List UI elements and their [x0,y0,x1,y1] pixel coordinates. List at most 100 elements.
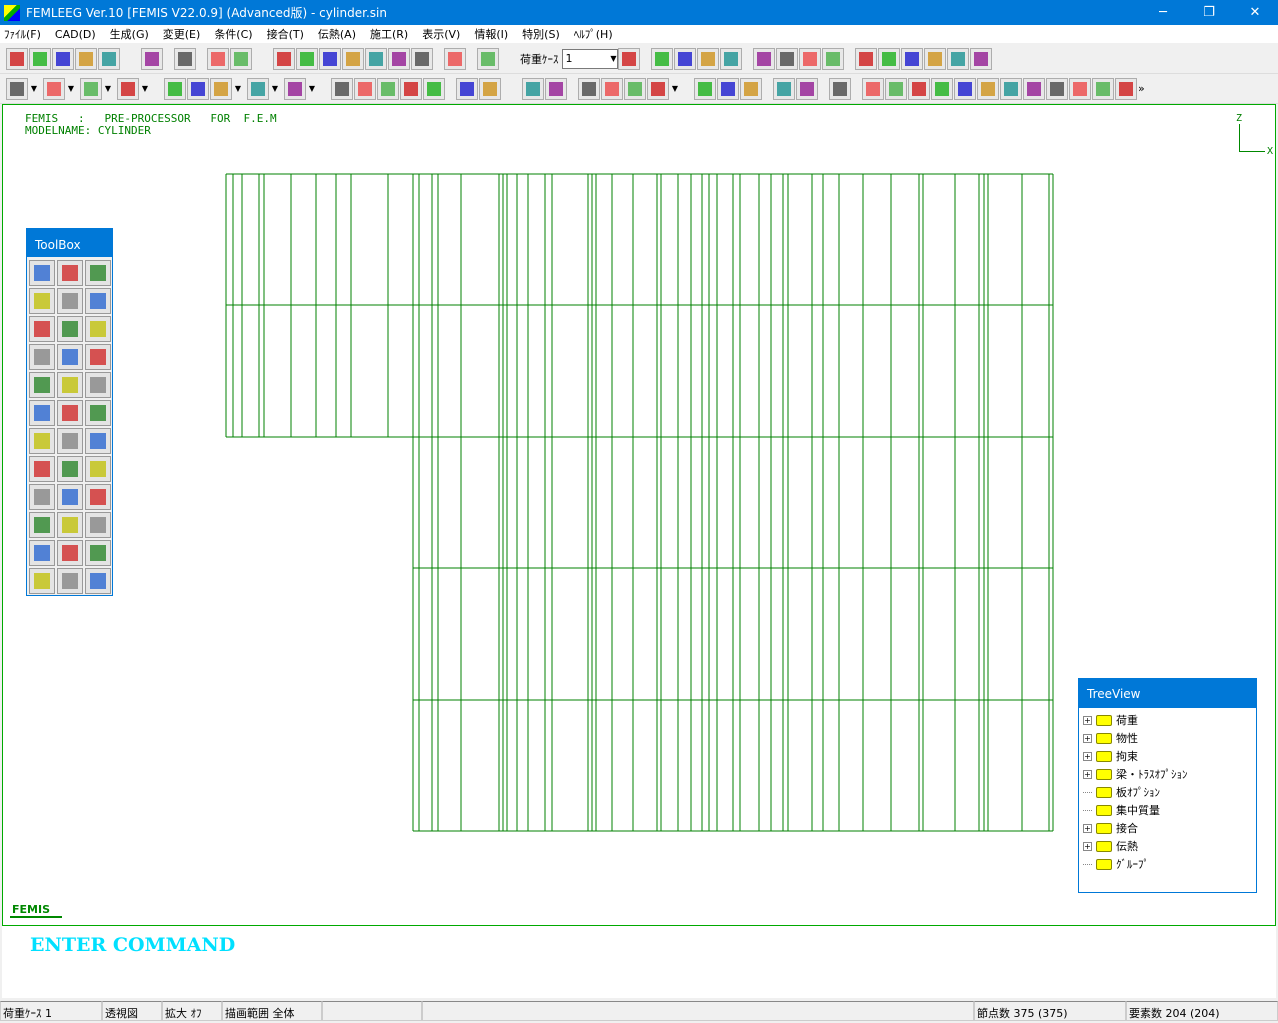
toolbox-button[interactable] [29,316,55,342]
treeview-title[interactable]: TreeView [1079,679,1256,708]
dropdown-arrow-icon[interactable]: ▼ [233,84,243,93]
dropdown-arrow-icon[interactable]: ▼ [103,84,113,93]
toolbar-button[interactable] [946,47,969,70]
toolbar-button[interactable] [174,47,196,70]
toolbar-button[interactable] [900,47,923,70]
toolbox-button[interactable] [85,288,111,314]
toolbox-button[interactable] [85,400,111,426]
toolbar-button[interactable] [98,47,120,70]
toolbox-button[interactable] [85,484,111,510]
expand-icon[interactable]: + [1083,823,1092,833]
toolbar-button[interactable] [43,77,65,100]
expand-icon[interactable]: + [1083,769,1092,779]
tree-item[interactable]: + 物性 [1083,729,1256,747]
toolbar-button[interactable] [717,77,739,100]
command-area[interactable]: ENTER COMMAND [2,926,1276,998]
menu-item[interactable]: 特別(S) [522,26,560,42]
toolbox-button[interactable] [29,344,55,370]
toolbox-button[interactable] [29,260,55,286]
toolbox-button[interactable] [57,316,83,342]
toolbar-button[interactable] [1115,77,1137,100]
toolbox-button[interactable] [85,344,111,370]
toolbar-button[interactable] [773,77,795,100]
toolbar-button[interactable] [423,77,445,100]
toolbar-button[interactable] [319,47,341,70]
toolbar-button[interactable] [885,77,907,100]
menu-item[interactable]: 変更(E) [163,26,201,42]
toolbox-button[interactable] [29,568,55,594]
toolbar-button[interactable] [954,77,976,100]
menu-item[interactable]: ﾍﾙﾌﾟ(H) [574,26,613,42]
toolbox-button[interactable] [85,428,111,454]
toolbar-button[interactable] [578,77,600,100]
toolbar-button[interactable] [740,77,762,100]
load-case-select[interactable]: 1 ▼ [561,48,618,69]
toolbar-button[interactable] [400,77,422,100]
toolbar-button[interactable] [1046,77,1068,100]
toolbar-button[interactable] [923,47,946,70]
tree-item[interactable]: + 伝熱 [1083,837,1256,855]
toolbox-button[interactable] [57,568,83,594]
toolbox-button[interactable] [29,400,55,426]
toolbar-button[interactable] [977,77,999,100]
toolbar-button[interactable] [388,47,410,70]
toolbar-button[interactable] [477,47,499,70]
toolbar-button[interactable] [647,77,669,100]
toolbar-button[interactable] [694,77,716,100]
tree-item[interactable]: 集中質量 [1083,801,1256,819]
toolbar-button[interactable] [296,47,318,70]
toolbar-button[interactable] [650,47,673,70]
toolbar-button[interactable] [377,77,399,100]
dropdown-arrow-icon[interactable]: ▼ [29,84,39,93]
toolbar-button[interactable] [80,77,102,100]
expand-icon[interactable]: + [1083,841,1092,851]
dropdown-arrow-icon[interactable]: ▼ [307,84,317,93]
toolbox-button[interactable] [29,484,55,510]
toolbar-button[interactable] [164,77,186,100]
toolbar-button[interactable] [479,77,501,100]
toolbar-button[interactable] [829,77,851,100]
toolbar-button[interactable] [117,77,139,100]
toolbar-button[interactable] [365,47,387,70]
toolbar-button[interactable] [210,77,232,100]
toolbox-title[interactable]: ToolBox [27,229,112,257]
toolbox-button[interactable] [85,372,111,398]
toolbox-button[interactable] [85,260,111,286]
dropdown-arrow-icon[interactable]: ▼ [66,84,76,93]
toolbox-button[interactable] [85,568,111,594]
toolbar-button[interactable] [230,47,252,70]
toolbox-button[interactable] [29,428,55,454]
menu-item[interactable]: 表示(V) [422,26,460,42]
toolbar-button[interactable] [719,47,742,70]
toolbar-button[interactable] [207,47,229,70]
tree-item[interactable]: 板ｵﾌﾟｼｮﾝ [1083,783,1256,801]
toolbar-button[interactable] [752,47,775,70]
toolbox-button[interactable] [85,316,111,342]
menu-item[interactable]: 伝熱(A) [318,26,356,42]
toolbox-button[interactable] [57,344,83,370]
toolbar-button[interactable] [29,47,51,70]
toolbox-button[interactable] [29,512,55,538]
toolbar-button[interactable] [877,47,900,70]
toolbar-button[interactable] [862,77,884,100]
tree-item[interactable]: + 梁・ﾄﾗｽｵﾌﾟｼｮﾝ [1083,765,1256,783]
toolbar-button[interactable] [187,77,209,100]
toolbox-button[interactable] [57,372,83,398]
dropdown-arrow-icon[interactable]: ▼ [140,84,150,93]
toolbar-button[interactable] [411,47,433,70]
toolbar-button[interactable] [775,47,798,70]
toolbar-button[interactable] [6,77,28,100]
menu-item[interactable]: 接合(T) [267,26,304,42]
toolbox-button[interactable] [57,456,83,482]
toolbox-button[interactable] [29,540,55,566]
menu-item[interactable]: 施工(R) [370,26,408,42]
toolbar-button[interactable] [617,47,640,70]
toolbar-button[interactable] [6,47,28,70]
toolbox-button[interactable] [57,484,83,510]
toolbox-button[interactable] [57,288,83,314]
toolbar-button[interactable] [247,77,269,100]
toolbar-button[interactable] [696,47,719,70]
toolbox-button[interactable] [57,400,83,426]
toolbar-button[interactable] [456,77,478,100]
toolbar-button[interactable] [75,47,97,70]
